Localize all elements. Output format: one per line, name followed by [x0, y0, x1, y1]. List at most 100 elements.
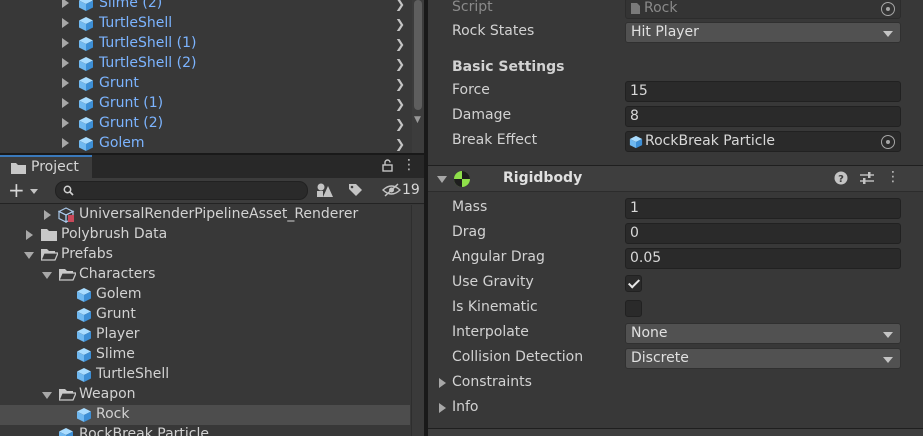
tree-item[interactable]: Player [0, 325, 410, 345]
tree-item[interactable]: UniversalRenderPipelineAsset_Renderer [0, 205, 410, 225]
chevron-right-icon[interactable]: ❯ [395, 117, 405, 131]
expand-arrow-icon[interactable] [62, 18, 69, 28]
hierarchy-row[interactable]: Grunt (2) ❯ [0, 114, 410, 134]
mass-label[interactable]: Mass [452, 199, 487, 215]
inspector-panel: Script Rock Rock States Hit Player Basic… [428, 0, 923, 436]
is-kinematic-row: Is Kinematic [428, 296, 923, 321]
help-icon[interactable]: ? [834, 171, 848, 185]
collapse-arrow-icon[interactable] [437, 176, 447, 183]
tree-item[interactable]: Grunt [0, 305, 410, 325]
tree-item[interactable]: Slime [0, 345, 410, 365]
expand-arrow-icon[interactable] [62, 38, 69, 48]
scroll-down-icon[interactable]: ▼ [414, 115, 421, 125]
tree-item[interactable]: Prefabs [0, 245, 410, 265]
angular-drag-field[interactable]: 0.05 [625, 248, 901, 269]
prefab-icon [629, 135, 643, 149]
expand-arrow-icon[interactable] [26, 230, 33, 240]
collapse-arrow-icon[interactable] [24, 252, 34, 259]
create-button[interactable]: + [6, 178, 42, 202]
tree-item[interactable]: RockBreak Particle [0, 425, 410, 436]
chevron-right-icon[interactable]: ❯ [395, 137, 405, 151]
break-effect-label: Break Effect [452, 132, 538, 148]
hierarchy-row[interactable]: Slime (2) ❯ [0, 0, 410, 14]
collapse-arrow-icon[interactable] [42, 272, 52, 279]
next-component-header[interactable] [428, 428, 923, 436]
mass-row: Mass 1 [428, 196, 923, 221]
presets-icon[interactable] [859, 171, 875, 185]
force-row: Force 15 [428, 79, 923, 104]
scrollbar-thumb[interactable] [414, 0, 422, 110]
expand-arrow-icon[interactable] [62, 138, 69, 148]
hierarchy-row[interactable]: TurtleShell (2) ❯ [0, 54, 410, 74]
expand-arrow-icon[interactable] [62, 118, 69, 128]
chevron-right-icon[interactable]: ❯ [395, 37, 405, 51]
expand-arrow-icon[interactable] [44, 210, 51, 220]
collapse-arrow-icon[interactable] [42, 392, 52, 399]
hierarchy-row[interactable]: TurtleShell (1) ❯ [0, 34, 410, 54]
hierarchy-row[interactable]: Golem ❯ [0, 134, 410, 153]
angular-drag-label[interactable]: Angular Drag [452, 249, 545, 265]
tree-item[interactable]: Polybrush Data [0, 225, 410, 245]
damage-label[interactable]: Damage [452, 107, 511, 123]
info-foldout[interactable]: Info [428, 396, 923, 421]
kebab-menu-icon[interactable]: ⋮ [886, 169, 900, 185]
project-scrollbar[interactable] [411, 205, 424, 436]
tree-item[interactable]: Characters [0, 265, 410, 285]
collision-detection-label: Collision Detection [452, 349, 584, 365]
expand-arrow-icon[interactable] [62, 78, 69, 88]
constraints-foldout[interactable]: Constraints [428, 371, 923, 396]
basic-settings-header: Basic Settings [452, 59, 565, 75]
chevron-right-icon[interactable]: ❯ [395, 97, 405, 111]
script-file-icon [631, 3, 640, 14]
prefab-icon [77, 288, 91, 302]
hierarchy-row[interactable]: Grunt (1) ❯ [0, 94, 410, 114]
tree-item[interactable]: Golem [0, 285, 410, 305]
info-label[interactable]: Info [452, 399, 479, 415]
tag-icon[interactable] [348, 183, 363, 197]
hierarchy-row[interactable]: Grunt ❯ [0, 74, 410, 94]
search-by-type-icon[interactable] [316, 182, 334, 198]
expand-arrow-icon[interactable] [439, 378, 446, 388]
mass-field[interactable]: 1 [625, 198, 901, 219]
expand-arrow-icon[interactable] [439, 403, 446, 413]
expand-arrow-icon[interactable] [62, 58, 69, 68]
tree-item[interactable]: TurtleShell [0, 365, 410, 385]
force-label[interactable]: Force [452, 82, 490, 98]
chevron-right-icon[interactable]: ❯ [395, 17, 405, 31]
hierarchy-item-label: TurtleShell (2) [99, 55, 197, 71]
collision-detection-dropdown[interactable]: Discrete [625, 348, 901, 369]
use-gravity-checkbox[interactable] [625, 275, 642, 292]
hidden-packages-toggle[interactable]: 19 [382, 181, 422, 201]
kebab-menu-icon[interactable]: ⋮ [402, 157, 416, 173]
constraints-label[interactable]: Constraints [452, 374, 532, 390]
damage-field[interactable]: 8 [625, 106, 901, 127]
drag-label[interactable]: Drag [452, 224, 486, 240]
eye-slash-icon [382, 183, 401, 197]
chevron-right-icon[interactable]: ❯ [395, 0, 405, 11]
lock-icon[interactable] [382, 159, 393, 172]
rock-states-dropdown[interactable]: Hit Player [625, 22, 901, 43]
tree-item-selected[interactable]: Rock [0, 405, 410, 425]
search-input[interactable] [55, 181, 308, 200]
is-kinematic-checkbox[interactable] [625, 300, 642, 317]
break-effect-field[interactable]: RockBreak Particle [625, 131, 901, 152]
prefab-cube-icon [79, 0, 93, 11]
tab-project-label: Project [31, 159, 79, 175]
hierarchy-row[interactable]: TurtleShell ❯ [0, 14, 410, 34]
expand-arrow-icon[interactable] [62, 0, 69, 8]
expand-arrow-icon[interactable] [62, 98, 69, 108]
rigidbody-header[interactable]: Rigidbody ? ⋮ [428, 165, 923, 192]
force-field[interactable]: 15 [625, 81, 901, 102]
object-picker-icon[interactable] [881, 135, 895, 149]
tree-item[interactable]: Weapon [0, 385, 410, 405]
interpolate-dropdown[interactable]: None [625, 323, 901, 344]
inspector-scrollbar[interactable] [912, 0, 923, 436]
chevron-right-icon[interactable]: ❯ [395, 77, 405, 91]
interpolate-value: None [631, 325, 668, 341]
prefab-icon [59, 428, 73, 436]
tab-project[interactable]: Project [0, 155, 92, 178]
tree-item-label: TurtleShell [96, 366, 170, 382]
drag-field[interactable]: 0 [625, 223, 901, 244]
hierarchy-scrollbar[interactable]: ▼ [412, 0, 424, 153]
chevron-right-icon[interactable]: ❯ [395, 57, 405, 71]
